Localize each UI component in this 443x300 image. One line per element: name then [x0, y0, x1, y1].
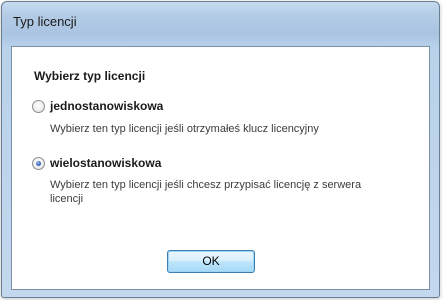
- option-single-seat-label[interactable]: jednostanowiskowa: [50, 99, 163, 113]
- option-single-seat-description: Wybierz ten typ licencji jeśli otrzymałe…: [50, 123, 319, 135]
- option-multi-seat[interactable]: wielostanowiskowa Wybierz ten typ licenc…: [32, 156, 412, 213]
- radio-selected-dot: [36, 161, 41, 166]
- window-title: Typ licencji: [13, 14, 77, 29]
- dialog-heading: Wybierz typ licencji: [34, 69, 146, 83]
- radio-single-seat[interactable]: [32, 100, 45, 113]
- ok-button[interactable]: OK: [167, 250, 255, 273]
- title-bar[interactable]: Typ licencji: [2, 2, 439, 45]
- option-multi-seat-label[interactable]: wielostanowiskowa: [50, 156, 161, 170]
- option-multi-seat-description: Wybierz ten typ licencji jeśli chcesz pr…: [50, 179, 362, 205]
- dialog-content: Wybierz typ licencji jednostanowiskowa W…: [11, 46, 430, 290]
- option-single-seat[interactable]: jednostanowiskowa Wybierz ten typ licenc…: [32, 99, 412, 140]
- radio-multi-seat[interactable]: [32, 157, 45, 170]
- license-type-dialog: Typ licencji Wybierz typ licencji jednos…: [1, 1, 440, 298]
